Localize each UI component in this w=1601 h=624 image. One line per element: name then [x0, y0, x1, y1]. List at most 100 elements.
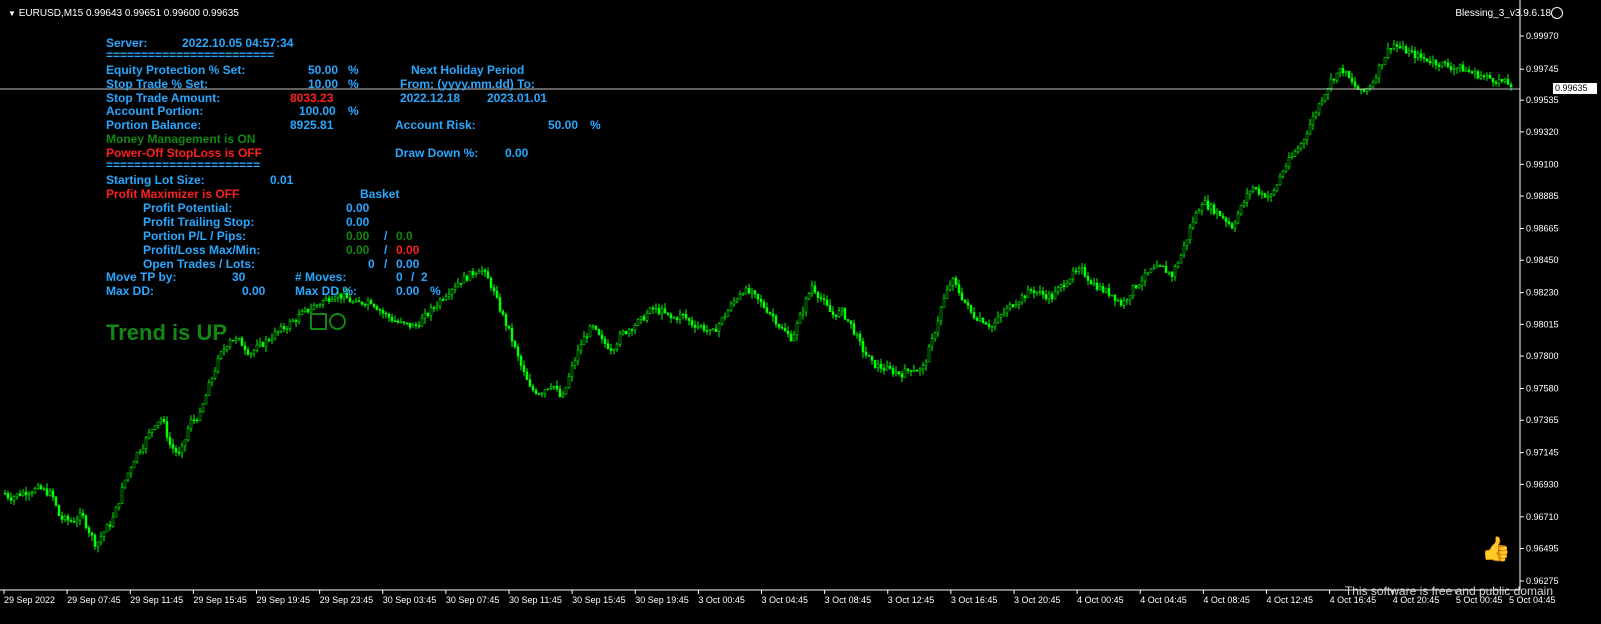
candle-body [591, 325, 595, 328]
candle-body [417, 325, 421, 327]
candle-body [63, 515, 67, 520]
separator-2: ====================== [106, 158, 261, 172]
candle-body [921, 365, 925, 370]
candle-body [39, 485, 43, 490]
smiley-icon[interactable] [1551, 7, 1563, 19]
candle-body [1200, 204, 1204, 211]
move-tp-label: Move TP by: [106, 270, 177, 284]
candle-body [429, 307, 433, 317]
candle-body [1431, 59, 1435, 64]
candle-body [1290, 156, 1294, 158]
candle-body [1347, 70, 1351, 78]
candle-body [471, 271, 475, 275]
candle-body [1209, 204, 1213, 210]
candle-body [141, 447, 145, 453]
candle-body [192, 419, 196, 422]
candle-body [159, 418, 163, 423]
candle-body [459, 282, 463, 285]
candle-body [1161, 265, 1165, 267]
candle-body [210, 377, 214, 383]
candle-body [1338, 67, 1342, 74]
time-axis: 29 Sep 2022 29 Sep 07:45 29 Sep 11:45 29 Se… [3, 590, 1556, 605]
candle-body [462, 275, 466, 284]
candle-body [1410, 50, 1414, 53]
basket-label: Basket [360, 187, 400, 201]
holiday-from: 2022.12.18 [400, 91, 461, 105]
candle-body [843, 308, 847, 320]
candle-body [237, 337, 241, 340]
maxdd-pct-value: 0.00 [396, 284, 420, 298]
profit-potential-label: Profit Potential: [143, 201, 233, 215]
price-tick-label: 0.96710 [1526, 512, 1559, 522]
candle-body [1131, 284, 1135, 296]
candle-body [1170, 271, 1174, 277]
candle-body [582, 336, 586, 345]
candle-body [1059, 284, 1063, 289]
candle-body [1143, 272, 1147, 282]
time-tick-label: 30 Sep 11:45 [509, 595, 562, 605]
candle-body [954, 277, 958, 285]
thumbs-up-icon: 👍 [1481, 536, 1511, 563]
candle-body [774, 315, 778, 325]
candle-body [1149, 268, 1153, 273]
candle-body [1293, 151, 1297, 157]
candle-body [1053, 291, 1057, 300]
candle-body [810, 285, 814, 294]
candle-body [1191, 221, 1195, 229]
candle-body [891, 368, 895, 374]
candle-body [1491, 78, 1495, 83]
pl-separator: / [384, 243, 388, 257]
candle-body [1101, 285, 1105, 293]
candle-body [858, 333, 862, 342]
candle-body [1500, 78, 1504, 82]
candle-body [1371, 82, 1375, 88]
candle-body [261, 342, 265, 347]
candle-body [21, 491, 25, 496]
candle-body [657, 307, 661, 315]
candle-body [477, 271, 481, 274]
candle-body [576, 349, 580, 362]
candle-body [171, 444, 175, 449]
candle-body [186, 428, 190, 441]
candle-body [1155, 265, 1159, 269]
candle-body [666, 312, 670, 315]
candle-body [1179, 254, 1183, 264]
stop-trade-pct-label: Stop Trade % Set: [106, 77, 209, 91]
candle-body [132, 461, 136, 469]
candle-body [1314, 112, 1318, 117]
candle-body [957, 284, 961, 293]
candle-body [1065, 283, 1069, 288]
candle-body [414, 324, 418, 326]
candle-body [144, 437, 148, 449]
square-icon [310, 313, 327, 330]
chevron-down-icon[interactable]: ▼ [8, 9, 16, 18]
candle-body [297, 314, 301, 322]
candle-body [213, 371, 217, 379]
candle-body [1173, 266, 1177, 277]
candle-body [840, 308, 844, 311]
candle-body [96, 541, 100, 547]
time-tick-label: 30 Sep 15:45 [572, 595, 626, 605]
candle-body [1461, 64, 1465, 72]
candle-body [1392, 44, 1396, 49]
candle-body [258, 342, 262, 346]
price-chart[interactable]: 0.99970 0.99745 0.99535 0.99320 0.99100 0.988… [0, 0, 1601, 624]
candle-body [561, 393, 565, 398]
starting-lot-label: Starting Lot Size: [106, 173, 205, 187]
candle-body [1035, 291, 1039, 294]
account-portion-value: 100.00 [299, 104, 336, 118]
candle-body [930, 338, 934, 347]
open-trades-value: 0 [368, 257, 375, 271]
equity-protection-label: Equity Protection % Set: [106, 63, 246, 77]
candle-body [1440, 61, 1444, 67]
candle-body [492, 287, 496, 292]
candle-body [543, 389, 547, 394]
time-tick-label: 3 Oct 08:45 [825, 595, 872, 605]
candle-body [1272, 190, 1276, 195]
candle-body [1389, 48, 1393, 50]
stop-trade-amount-value: 8033.23 [290, 91, 334, 105]
candle-body [951, 277, 955, 286]
candle-body [1206, 200, 1210, 210]
profit-maximizer-status: Profit Maximizer is OFF [106, 187, 240, 201]
candle-body [1287, 157, 1291, 167]
